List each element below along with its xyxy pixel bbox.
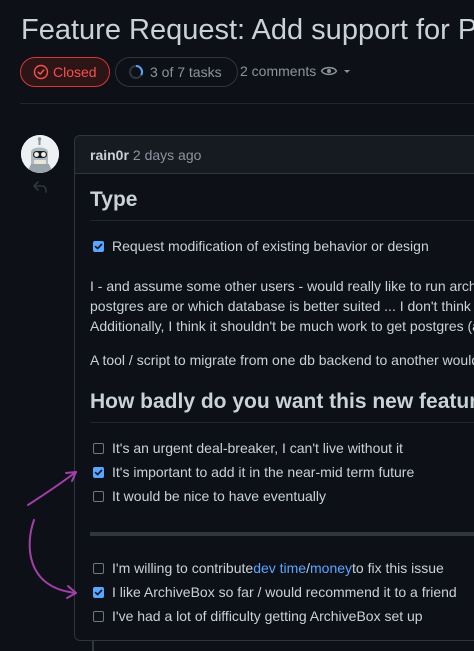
- how-badly-heading: How badly do you want this new feature?: [90, 390, 474, 413]
- comment-timestamp[interactable]: 2 days ago: [133, 147, 202, 163]
- bender-avatar-icon: [21, 135, 59, 173]
- chevron-down-icon: [344, 70, 351, 73]
- task-label: It's important to add it in the near-mid…: [112, 464, 415, 480]
- task-checkbox[interactable]: [93, 490, 104, 502]
- money-link[interactable]: money: [310, 560, 352, 576]
- comments-label: 2 comments: [240, 63, 317, 79]
- check-icon: [94, 589, 103, 595]
- eye-icon: [320, 66, 338, 76]
- setup-difficulty-task-item: I've had a lot of difficulty getting Arc…: [93, 608, 423, 624]
- comment-card: rain0r 2 days ago Type Request modificat…: [74, 135, 474, 641]
- task-label: Request modification of existing behavio…: [112, 238, 429, 254]
- description-line-3: Additionally, I think it shouldn't be mu…: [90, 318, 474, 334]
- task-checkbox[interactable]: [93, 240, 104, 252]
- task-checkbox[interactable]: [93, 610, 104, 622]
- section-divider: [90, 532, 474, 536]
- description-line-2: postgres are or which database is better…: [90, 298, 474, 314]
- urgency-task-item: It's an urgent deal-breaker, I can't liv…: [93, 440, 403, 456]
- state-label: Closed: [53, 64, 97, 80]
- urgency-task-item: It's important to add it in the near-mid…: [93, 464, 414, 480]
- task-checkbox[interactable]: [93, 466, 104, 478]
- task-label: It would be nice to have eventually: [112, 488, 327, 504]
- recommend-task-item: I like ArchiveBox so far / would recomme…: [93, 584, 457, 600]
- header-divider: [20, 103, 474, 104]
- check-icon: [94, 469, 103, 475]
- type-heading: Type: [90, 188, 138, 211]
- tasks-label: 3 of 7 tasks: [150, 64, 222, 80]
- contribute-text-after: to fix this issue: [352, 560, 444, 576]
- task-label: I like ArchiveBox so far / would recomme…: [112, 584, 457, 600]
- task-checkbox[interactable]: [93, 586, 104, 598]
- reply-icon[interactable]: [32, 180, 48, 194]
- annotation-arrow-recommend: [28, 519, 77, 594]
- closed-circle-icon: [33, 64, 49, 80]
- timeline-line: [92, 640, 94, 651]
- task-checkbox[interactable]: [93, 442, 104, 454]
- closed-state-badge: Closed: [20, 57, 110, 87]
- comments-count-link[interactable]: 2 comments: [240, 63, 352, 79]
- type-task-item: Request modification of existing behavio…: [93, 238, 429, 254]
- issue-title: Feature Request: Add support for P: [21, 14, 474, 46]
- urgency-task-item: It would be nice to have eventually: [93, 488, 326, 504]
- tasks-progress-badge[interactable]: 3 of 7 tasks: [115, 57, 238, 87]
- contribute-text-before: I'm willing to contribute: [112, 560, 254, 576]
- type-heading-rule: [90, 220, 474, 221]
- migration-paragraph: A tool / script to migrate from one db b…: [90, 352, 474, 368]
- contribute-task-item: I'm willing to contribute dev time / mon…: [93, 560, 444, 576]
- dev-time-link[interactable]: dev time: [253, 560, 306, 576]
- check-icon: [94, 243, 103, 249]
- annotation-arrow-urgency: [27, 471, 77, 506]
- how-badly-heading-rule: [90, 422, 474, 423]
- task-label: I've had a lot of difficulty getting Arc…: [112, 608, 423, 624]
- comment-header: rain0r 2 days ago: [75, 136, 474, 174]
- progress-ring-icon: [129, 65, 143, 79]
- avatar[interactable]: [21, 135, 59, 173]
- task-label: It's an urgent deal-breaker, I can't liv…: [112, 440, 403, 456]
- task-checkbox[interactable]: [93, 562, 104, 574]
- description-line-1: I - and assume some other users - would …: [90, 278, 474, 294]
- comment-author-link[interactable]: rain0r: [90, 147, 129, 163]
